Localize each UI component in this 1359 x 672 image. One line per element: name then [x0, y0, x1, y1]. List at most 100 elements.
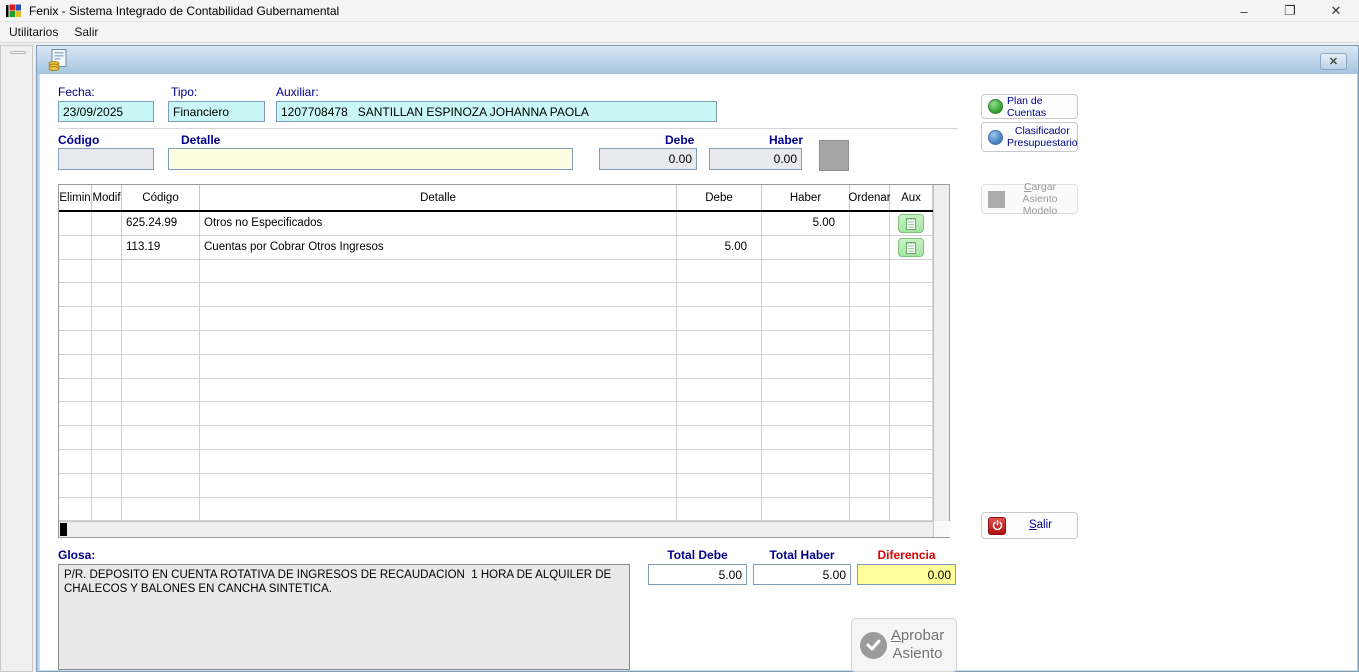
column-header-debe: Debe: [677, 185, 762, 210]
child-close-button[interactable]: ✕: [1320, 53, 1347, 70]
cell-ordenar: [850, 474, 890, 497]
cell-debe: [677, 331, 762, 354]
cell-haber: [762, 426, 850, 449]
cell-detalle: [200, 426, 677, 449]
cell-codigo: [122, 355, 200, 378]
restore-button[interactable]: ❐: [1267, 0, 1313, 22]
column-header-detalle: Detalle: [200, 185, 677, 210]
cell-elimin: [59, 260, 92, 283]
cell-debe: [677, 307, 762, 330]
cell-detalle: Otros no Especificados: [200, 212, 677, 235]
left-collapsed-panel[interactable]: [0, 45, 33, 672]
table-row: [59, 355, 933, 379]
cell-haber: [762, 498, 850, 521]
cell-ordenar: [850, 498, 890, 521]
cell-ordenar: [850, 307, 890, 330]
codigo-label: Código: [58, 133, 99, 147]
total-haber-field: 5.00: [753, 564, 851, 585]
cell-modif: [92, 450, 122, 473]
tipo-field[interactable]: Financiero: [168, 101, 265, 122]
table-row[interactable]: 113.19Cuentas por Cobrar Otros Ingresos5…: [59, 236, 933, 260]
cell-aux: [890, 498, 933, 521]
cell-aux: [890, 331, 933, 354]
cell-debe: [677, 426, 762, 449]
cell-modif: [92, 426, 122, 449]
document-coins-icon: [48, 49, 70, 72]
glosa-textarea[interactable]: P/R. DEPOSITO EN CUENTA ROTATIVA DE INGR…: [58, 564, 630, 670]
aux-button[interactable]: [898, 214, 924, 233]
cell-elimin: [59, 307, 92, 330]
column-header-ordenar: Ordenar: [850, 185, 890, 210]
haber-input[interactable]: 0.00: [709, 148, 802, 170]
table-row: [59, 498, 933, 522]
menu-utilitarios[interactable]: Utilitarios: [1, 23, 66, 41]
cell-debe: [677, 498, 762, 521]
cell-ordenar: [850, 212, 890, 235]
cell-elimin: [59, 355, 92, 378]
table-horizontal-scrollbar[interactable]: [59, 521, 933, 537]
aprobar-label-1: Aprobar: [891, 627, 944, 644]
table-row: [59, 426, 933, 450]
aprobar-asiento-button[interactable]: Aprobar Asiento: [851, 618, 957, 672]
column-header-elimin: Elimin: [59, 185, 92, 210]
fecha-field[interactable]: 23/09/2025: [58, 101, 154, 122]
auxiliar-field[interactable]: 1207708478 SANTILLAN ESPINOZA JOHANNA PA…: [276, 101, 717, 122]
cell-modif: [92, 379, 122, 402]
app-logo-icon: [6, 4, 22, 18]
table-header-row: EliminModifCódigoDetalleDebeHaberOrdenar…: [59, 185, 933, 212]
cargar-label-1: Cargar Asiento: [1022, 181, 1057, 205]
scrollbar-thumb[interactable]: [60, 523, 67, 536]
add-entry-button[interactable]: [819, 140, 849, 171]
diferencia-label: Diferencia: [857, 548, 956, 562]
detalle-label: Detalle: [181, 133, 220, 147]
salir-button[interactable]: Salir: [981, 512, 1078, 539]
menu-salir[interactable]: Salir: [66, 23, 106, 41]
codigo-input[interactable]: [58, 148, 154, 170]
cargar-asiento-modelo-button[interactable]: Cargar Asiento Modelo: [981, 184, 1078, 214]
power-icon: [988, 517, 1006, 535]
cell-modif: [92, 331, 122, 354]
cell-haber: 5.00: [762, 212, 850, 235]
cell-debe: [677, 260, 762, 283]
tipo-label: Tipo:: [171, 85, 197, 99]
cell-aux: [890, 236, 933, 259]
cell-modif: [92, 498, 122, 521]
plan-de-cuentas-label: Plan de Cuentas: [1007, 95, 1071, 119]
close-button[interactable]: ✕: [1313, 0, 1359, 22]
cell-aux: [890, 283, 933, 306]
minimize-button[interactable]: –: [1221, 0, 1267, 22]
cell-elimin: [59, 426, 92, 449]
glosa-label: Glosa:: [58, 548, 95, 562]
cell-ordenar: [850, 402, 890, 425]
cell-modif: [92, 283, 122, 306]
table-row: [59, 474, 933, 498]
cell-codigo: [122, 474, 200, 497]
cell-elimin: [59, 212, 92, 235]
panel-grip[interactable]: [10, 51, 26, 54]
cell-debe: [677, 402, 762, 425]
aux-button[interactable]: [898, 238, 924, 257]
scrollbar-corner: [934, 521, 950, 537]
cell-elimin: [59, 331, 92, 354]
table-vertical-scrollbar[interactable]: [933, 185, 949, 537]
haber-label: Haber: [769, 133, 803, 147]
plan-de-cuentas-button[interactable]: Plan de Cuentas: [981, 94, 1078, 119]
menu-bar: Utilitarios Salir: [0, 22, 1359, 43]
cell-elimin: [59, 474, 92, 497]
cell-modif: [92, 260, 122, 283]
table-row: [59, 307, 933, 331]
cell-detalle: [200, 402, 677, 425]
debe-input[interactable]: 0.00: [599, 148, 697, 170]
cell-ordenar: [850, 331, 890, 354]
detalle-input[interactable]: [168, 148, 573, 170]
cell-elimin: [59, 236, 92, 259]
cell-haber: [762, 402, 850, 425]
cell-modif: [92, 212, 122, 235]
clasificador-presupuestario-button[interactable]: Clasificador Presupuestario: [981, 122, 1078, 152]
asiento-window: ✕ Fecha: 23/09/2025 Tipo: Financiero Aux…: [36, 45, 1359, 672]
diferencia-field: 0.00: [857, 564, 956, 585]
table-row[interactable]: 625.24.99Otros no Especificados5.00: [59, 212, 933, 236]
cell-debe: [677, 450, 762, 473]
cell-haber: [762, 236, 850, 259]
cell-ordenar: [850, 236, 890, 259]
